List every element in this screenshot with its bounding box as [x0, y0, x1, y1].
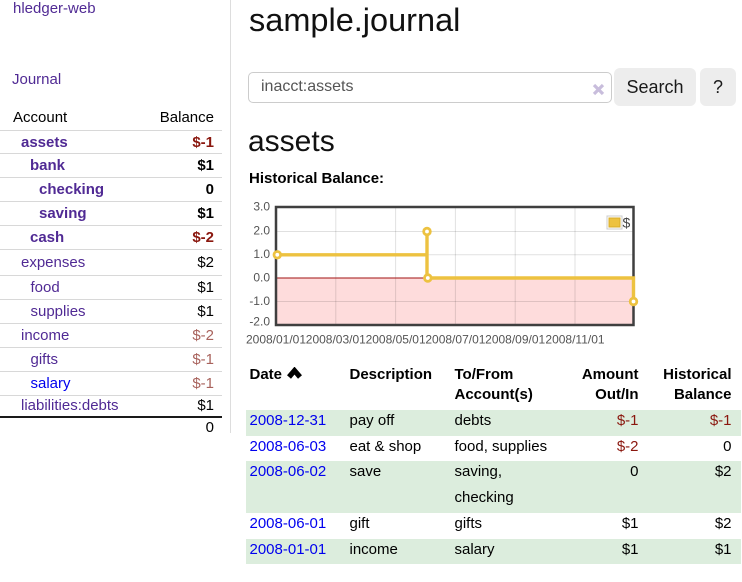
svg-text:-2.0: -2.0: [249, 315, 270, 329]
svg-text:1.0: 1.0: [253, 247, 270, 261]
svg-text:-1.0: -1.0: [249, 294, 270, 308]
svg-text:2008/07/01: 2008/07/01: [425, 333, 485, 347]
svg-text:2008/03/01: 2008/03/01: [306, 333, 366, 347]
svg-text:2.0: 2.0: [253, 224, 270, 238]
svg-text:2008/09/01: 2008/09/01: [485, 333, 545, 347]
svg-text:$: $: [623, 215, 631, 231]
svg-text:2008/11/01: 2008/11/01: [545, 333, 604, 347]
svg-text:3.0: 3.0: [253, 200, 270, 214]
svg-text:2008/05/01: 2008/05/01: [366, 333, 426, 347]
svg-text:0.0: 0.0: [253, 271, 270, 285]
svg-text:2008/01/01: 2008/01/01: [246, 333, 306, 347]
